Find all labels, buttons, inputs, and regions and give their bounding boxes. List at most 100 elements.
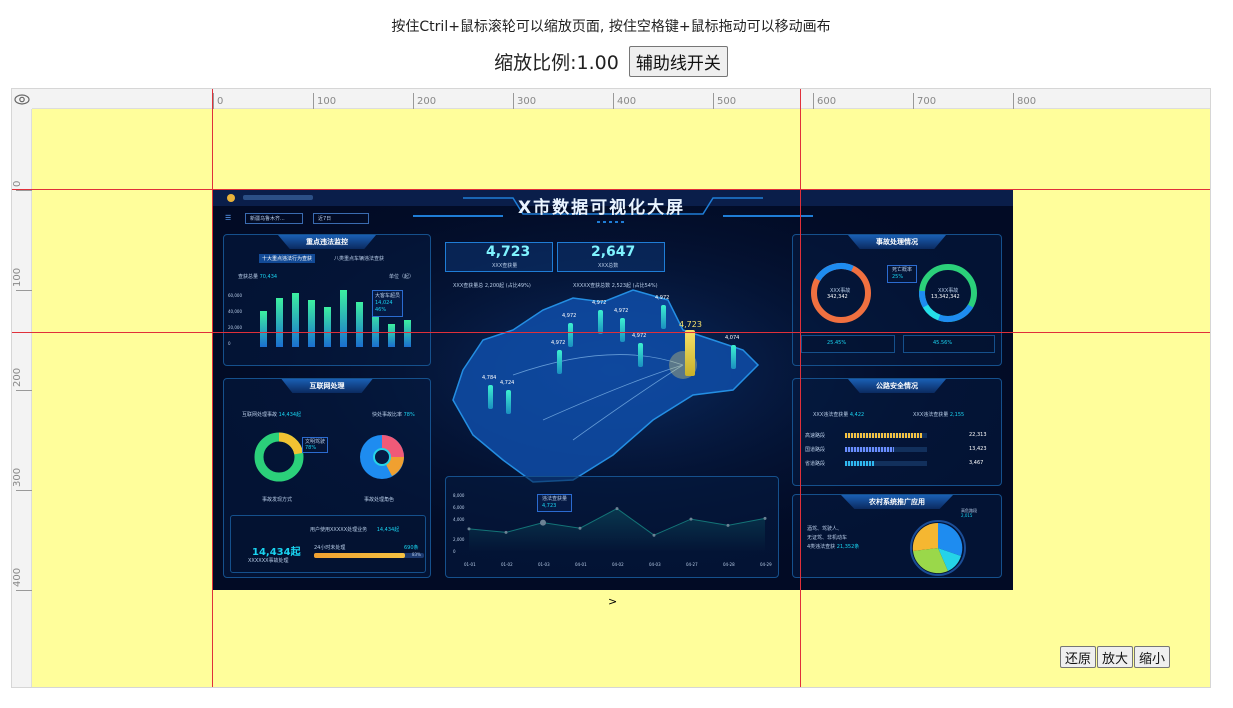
guide-line-horizontal[interactable] (12, 189, 1210, 190)
line-x-label: 04-29 (760, 562, 772, 567)
eye-icon[interactable] (12, 89, 32, 109)
line-y-tick: 6,000 (453, 505, 465, 510)
d1-label: XXX事故 (830, 288, 851, 294)
usage-instructions: 按住Ctril+鼠标滚轮可以缩放页面, 按住空格键+鼠标拖动可以移动画布 (391, 19, 831, 35)
rural-line3: 4类违法查获 21,352条 (807, 543, 859, 550)
guide-line-vertical[interactable] (800, 89, 801, 687)
road-row-fill (845, 433, 923, 438)
ruler-label-top: 700 (917, 96, 937, 107)
ruler-label-top: 600 (817, 96, 837, 107)
road-row: 高速路段 22,313 (793, 431, 1003, 441)
ruler-tick-top: 400 (613, 93, 636, 109)
reset-button[interactable]: 还原 (1059, 646, 1096, 668)
map-column (731, 345, 736, 369)
line-x-label: 01-03 (538, 562, 550, 567)
line-x-label: 04-02 (612, 562, 624, 567)
ruler-label-top: 100 (317, 96, 337, 107)
ruler-tick-top: 800 (1013, 93, 1036, 109)
line-y-tick: 2,000 (453, 537, 465, 542)
ruler-label-left: 300 (12, 467, 23, 487)
ruler-tick-left: 100 (12, 268, 32, 291)
line-x-label: 04-01 (575, 562, 587, 567)
death-tip: 死亡概率 25% (887, 265, 918, 283)
dashboard-screen[interactable]: X市数据可视化大屏 新疆乌鲁木齐... 近7日 ☰ 重点违法监控 十大重点违法行… (213, 190, 1013, 590)
accident-panel: 事故处理情况 XXX事故 342,342 死亡概率 25% XXX事故 13,34… (792, 234, 1002, 366)
ruler-label-left: 0 (12, 180, 23, 187)
editor-canvas[interactable]: X市数据可视化大屏 新疆乌鲁木齐... 近7日 ☰ 重点违法监控 十大重点违法行… (11, 88, 1211, 688)
line-x-label: 04-03 (649, 562, 661, 567)
ruler-label-top: 500 (717, 96, 737, 107)
rural-count: 21,352条 (836, 544, 860, 550)
ruler-tick-left: 400 (12, 568, 32, 591)
map-column (638, 343, 643, 367)
ruler-tick-top: 300 (513, 93, 536, 109)
death-tip-value: 25% (892, 274, 904, 280)
vertical-ruler[interactable] (12, 89, 32, 687)
ruler-tick-top: 600 (813, 93, 836, 109)
rural-pie (910, 520, 966, 576)
map-column (568, 323, 573, 347)
guide-line-horizontal[interactable] (12, 332, 1210, 333)
map-column (488, 385, 493, 409)
road-row-name: 高速路段 (805, 433, 826, 439)
ruler-tick-top: 100 (313, 93, 336, 109)
ruler-label-top: 0 (217, 96, 224, 107)
death-tip-label: 死亡概率 (892, 267, 913, 273)
road-row-track (845, 447, 927, 452)
line-x-label: 04-27 (686, 562, 698, 567)
zoom-out-button[interactable]: 缩小 (1133, 646, 1170, 668)
line-y-tick: 4,000 (453, 517, 465, 522)
pct2: 45.56% (933, 340, 953, 346)
canvas-controls: 还原 放大 缩小 (1059, 646, 1170, 668)
line-y-tick: 0 (453, 549, 456, 554)
map-value: 4,972 (592, 300, 607, 306)
road-row-value: 3,467 (969, 460, 984, 466)
map-value: 4,723 (679, 320, 702, 329)
rural-line3-text: 4类违法查获 (807, 544, 836, 550)
map-column (620, 318, 625, 342)
rural-panel: 农村系统推广应用 酒驾、驾驶人、 无证驾、非机动车 4类违法查获 21,352条… (792, 494, 1002, 578)
d2-value: 13,342,342 (931, 294, 960, 300)
road-safety-panel: 公路安全情况 XXX违法查获量 4,422 XXX违法查获量 2,155 高速路… (792, 378, 1002, 486)
road-row-track (845, 433, 927, 438)
map-value: 4,972 (562, 313, 577, 319)
zoom-row: 缩放比例:1.00 辅助线开关 (0, 46, 1222, 77)
ruler-tick-top: 200 (413, 93, 436, 109)
map-column (661, 305, 666, 329)
line-x-label: 01-02 (501, 562, 513, 567)
guide-line-vertical[interactable] (212, 89, 213, 687)
map-value: 4,784 (482, 375, 497, 381)
map-column (506, 390, 511, 414)
ruler-tick-left: 300 (12, 468, 32, 491)
line-tip-name: 违法查获量 (542, 496, 568, 502)
pct1: 25.45% (827, 340, 847, 346)
map-column (557, 350, 562, 374)
guide-lines-toggle-button[interactable]: 辅助线开关 (628, 46, 728, 77)
ruler-tick-top: 0 (213, 93, 223, 109)
ruler-tick-top: 500 (713, 93, 736, 109)
rural-tip-value: 2,015 (961, 513, 973, 518)
ruler-label-left: 200 (12, 367, 23, 387)
zoom-in-button[interactable]: 放大 (1096, 646, 1133, 668)
rural-line2: 无证驾、非机动车 (807, 535, 848, 541)
line-x-label: 04-28 (723, 562, 735, 567)
road-row-name: 国道路段 (805, 447, 826, 453)
road-s1: XXX违法查获量 4,422 (813, 411, 864, 418)
map-column (598, 310, 603, 334)
map-value: 4,972 (551, 340, 566, 346)
caret-mark: > (608, 595, 618, 608)
map-value: 4,074 (725, 335, 740, 341)
road-s2-value: 2,155 (949, 412, 965, 418)
road-s2: XXX违法查获量 2,155 (913, 411, 964, 418)
line-tooltip: 违法查获量 4,723 (537, 494, 573, 512)
map-value: 4,972 (632, 333, 647, 339)
map-value: 4,972 (655, 295, 670, 301)
ruler-label-top: 200 (417, 96, 437, 107)
ruler-label-left: 400 (12, 567, 23, 587)
line-y-tick: 8,000 (453, 493, 465, 498)
road-safety-title: 公路安全情况 (848, 379, 946, 393)
ruler-tick-left: 200 (12, 368, 32, 391)
ruler-label-top: 400 (617, 96, 637, 107)
road-s1-value: 4,422 (849, 412, 865, 418)
road-row: 省道路段 3,467 (793, 459, 1003, 469)
